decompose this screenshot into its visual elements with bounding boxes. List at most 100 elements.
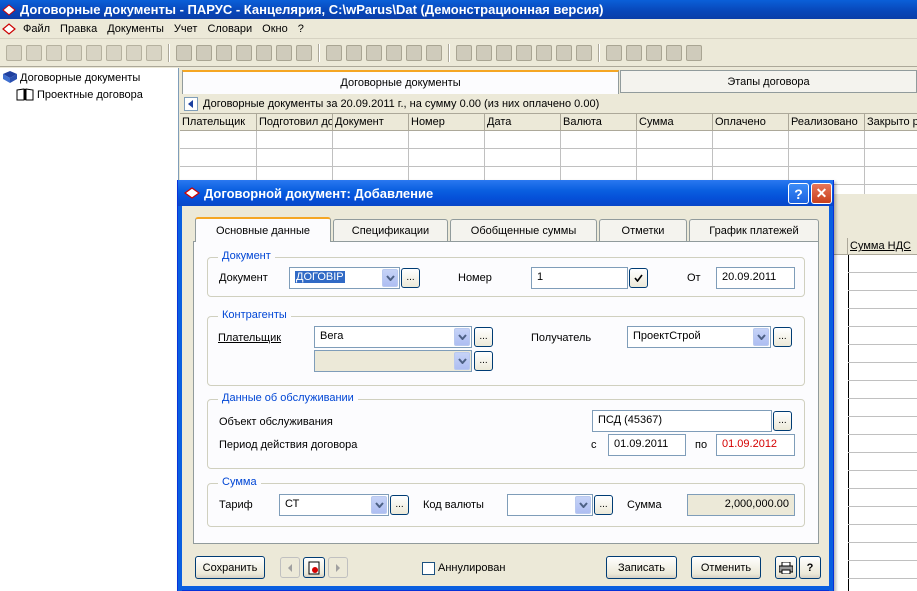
- payer-select[interactable]: Вега: [314, 326, 472, 348]
- document-record-button[interactable]: [303, 557, 325, 578]
- menu-dictionaries[interactable]: Словари: [202, 23, 257, 35]
- col-header-vat-sum[interactable]: Сумма НДС: [848, 238, 917, 255]
- tab-marks[interactable]: Отметки: [599, 219, 687, 241]
- col-header-document[interactable]: Документ: [333, 114, 409, 131]
- card-icon[interactable]: [426, 44, 442, 61]
- stages-grid[interactable]: Сумма НДС: [834, 238, 917, 591]
- col-header-closed[interactable]: Закрыто р: [865, 114, 917, 131]
- tree-item-contract-documents[interactable]: Договорные документы: [2, 71, 140, 84]
- dropdown-button[interactable]: [382, 269, 398, 287]
- stack-icon[interactable]: [366, 44, 382, 61]
- currency-select[interactable]: [507, 494, 593, 516]
- window-title-bar[interactable]: Договорные документы - ПАРУС - Канцеляри…: [0, 0, 917, 19]
- number-field[interactable]: 1: [531, 267, 628, 289]
- copy-doc-icon[interactable]: [26, 44, 42, 61]
- refresh-icon[interactable]: [146, 44, 162, 61]
- col-header-sum[interactable]: Сумма: [637, 114, 713, 131]
- document-date-field[interactable]: 20.09.2011: [716, 267, 795, 289]
- tools-icon[interactable]: [106, 44, 122, 61]
- book-icon[interactable]: [326, 44, 342, 61]
- dialog-title-bar[interactable]: Договорной документ: Добавление ? ✕: [178, 180, 833, 206]
- user-key-icon[interactable]: [666, 44, 682, 61]
- table-icon[interactable]: [576, 44, 592, 61]
- table-row[interactable]: [180, 131, 917, 149]
- tab-contract-documents[interactable]: Договорные документы: [182, 70, 619, 94]
- menu-window[interactable]: Окно: [257, 23, 293, 35]
- period-from-field[interactable]: 01.09.2011: [608, 434, 686, 456]
- document-type-select[interactable]: ДОГОВІР: [289, 267, 400, 289]
- save-button[interactable]: Сохранить: [195, 556, 265, 579]
- import-icon[interactable]: [176, 44, 192, 61]
- system-menu-icon[interactable]: [2, 22, 16, 35]
- gift-icon[interactable]: [536, 44, 552, 61]
- print-icon[interactable]: [126, 44, 142, 61]
- col-header-payer[interactable]: Плательщик: [180, 114, 257, 131]
- dropdown-button[interactable]: [575, 496, 591, 514]
- dropdown-button[interactable]: [753, 328, 769, 346]
- tariff-browse-button[interactable]: ...: [390, 495, 409, 515]
- list-icon[interactable]: [496, 44, 512, 61]
- receiver-browse-button[interactable]: ...: [773, 327, 792, 347]
- service-object-browse-button[interactable]: ...: [773, 411, 792, 431]
- books-icon[interactable]: [346, 44, 362, 61]
- folder-icon[interactable]: [646, 44, 662, 61]
- menu-documents[interactable]: Документы: [102, 23, 169, 35]
- col-header-date[interactable]: Дата: [485, 114, 561, 131]
- tab-summary-sums[interactable]: Обобщенные суммы: [450, 219, 597, 241]
- sum-field[interactable]: 2,000,000.00: [687, 494, 795, 516]
- col-header-prepared[interactable]: Подготовил до: [257, 114, 333, 131]
- dropdown-button[interactable]: [371, 496, 387, 514]
- chart-icon[interactable]: [236, 44, 252, 61]
- currency-browse-button[interactable]: ...: [594, 495, 613, 515]
- payer-account-select[interactable]: [314, 350, 472, 372]
- calculator-icon[interactable]: [606, 44, 622, 61]
- export-icon[interactable]: [196, 44, 212, 61]
- print-button[interactable]: [775, 556, 797, 579]
- org-icon[interactable]: [386, 44, 402, 61]
- collapse-button[interactable]: [184, 96, 198, 111]
- write-button[interactable]: Записать: [606, 556, 677, 579]
- close-button[interactable]: ✕: [811, 183, 832, 204]
- payer-account-browse-button[interactable]: ...: [474, 351, 493, 371]
- house-icon[interactable]: [256, 44, 272, 61]
- tab-main-data[interactable]: Основные данные: [195, 217, 331, 242]
- delete-icon[interactable]: [66, 44, 82, 61]
- archive-icon[interactable]: [296, 44, 312, 61]
- folder-doc-icon[interactable]: [556, 44, 572, 61]
- tree-item-project-contracts[interactable]: Проектные договора: [16, 88, 143, 101]
- tariff-select[interactable]: СТ: [279, 494, 389, 516]
- tab-contract-stages[interactable]: Этапы договора: [620, 70, 917, 93]
- tab-specifications[interactable]: Спецификации: [333, 219, 448, 241]
- col-header-paid[interactable]: Оплачено: [713, 114, 789, 131]
- receiver-select[interactable]: ПроектСтрой: [627, 326, 771, 348]
- col-header-currency[interactable]: Валюта: [561, 114, 637, 131]
- menu-file[interactable]: Файл: [18, 23, 55, 35]
- filter-icon[interactable]: [86, 44, 102, 61]
- building-icon[interactable]: [406, 44, 422, 61]
- help-footer-button[interactable]: ?: [799, 556, 821, 579]
- link-icon[interactable]: [216, 44, 232, 61]
- period-to-field[interactable]: 01.09.2012: [716, 434, 795, 456]
- docs-icon[interactable]: [276, 44, 292, 61]
- globe-icon[interactable]: [476, 44, 492, 61]
- dropdown-button[interactable]: [454, 352, 470, 370]
- table-row[interactable]: [180, 149, 917, 167]
- payer-browse-button[interactable]: ...: [474, 327, 493, 347]
- dropdown-button[interactable]: [454, 328, 470, 346]
- exit-icon[interactable]: [686, 44, 702, 61]
- annulled-checkbox[interactable]: [422, 562, 435, 575]
- prev-button[interactable]: [280, 557, 300, 578]
- help-button[interactable]: ?: [788, 183, 809, 204]
- col-header-realized[interactable]: Реализовано: [789, 114, 865, 131]
- service-object-field[interactable]: ПСД (45367): [592, 410, 772, 432]
- user-icon[interactable]: [456, 44, 472, 61]
- menu-accounting[interactable]: Учет: [169, 23, 203, 35]
- number-confirm-button[interactable]: [629, 268, 648, 288]
- wrench-icon[interactable]: [626, 44, 642, 61]
- menu-help[interactable]: ?: [293, 23, 309, 35]
- tab-payment-schedule[interactable]: График платежей: [689, 219, 819, 241]
- document-type-browse-button[interactable]: ...: [401, 268, 420, 288]
- edit-doc-icon[interactable]: [46, 44, 62, 61]
- new-doc-icon[interactable]: [6, 44, 22, 61]
- puzzle-icon[interactable]: [516, 44, 532, 61]
